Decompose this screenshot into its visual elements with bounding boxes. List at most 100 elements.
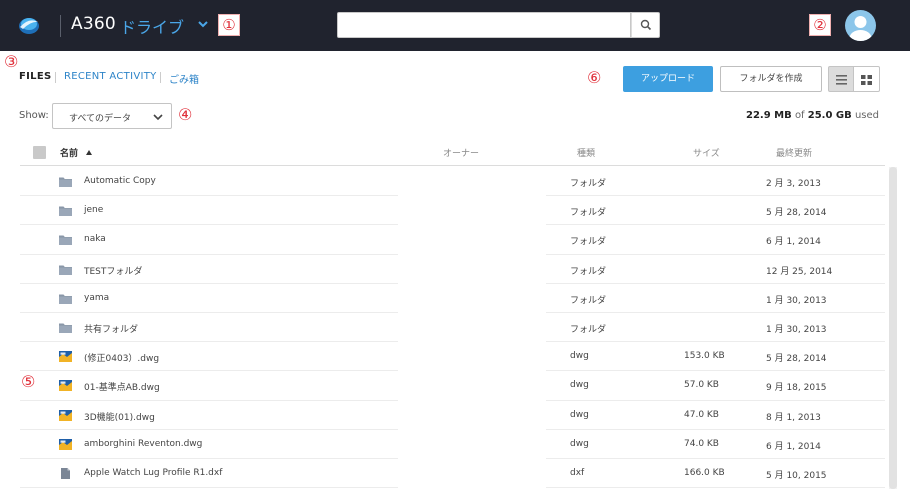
drive-menu[interactable]: ドライブ <box>120 14 184 38</box>
file-modified: 5 月 28, 2014 <box>766 354 827 365</box>
table-row[interactable]: TESTフォルダ フォルダ 12 月 25, 2014 <box>20 255 885 284</box>
new-folder-button[interactable]: フォルダを作成 <box>720 66 822 92</box>
nav-files[interactable]: FILES <box>19 71 51 82</box>
file-type: フォルダ <box>570 324 607 335</box>
file-name[interactable]: 3D機能(01).dwg <box>84 410 155 423</box>
file-type: dwg <box>570 409 589 420</box>
file-modified: 5 月 28, 2014 <box>766 208 827 219</box>
folder-icon <box>59 294 72 304</box>
list-view-button[interactable] <box>828 66 854 92</box>
data-filter-select[interactable]: すべてのデータ <box>52 103 172 129</box>
chevron-down-icon <box>153 114 163 121</box>
nav-divider <box>55 72 56 83</box>
upload-button[interactable]: アップロード <box>623 66 713 92</box>
file-table-header: 名前 オーナー 種類 サイズ 最終更新 <box>20 140 885 166</box>
table-row[interactable]: jene フォルダ 5 月 28, 2014 <box>20 196 885 226</box>
file-name[interactable]: (修正0403）.dwg <box>84 351 159 364</box>
file-name[interactable]: 01-基準点AB.dwg <box>84 380 160 393</box>
file-name[interactable]: amborghini Reventon.dwg <box>84 439 202 449</box>
show-label: Show: <box>19 110 49 121</box>
grid-view-button[interactable] <box>854 66 880 92</box>
file-type: dwg <box>570 438 589 449</box>
column-size[interactable]: サイズ <box>693 146 720 159</box>
document-icon <box>61 467 70 479</box>
column-owner[interactable]: オーナー <box>443 146 479 159</box>
file-size: 166.0 KB <box>684 467 725 478</box>
file-modified: 1 月 30, 2013 <box>766 324 827 335</box>
table-row[interactable]: 01-基準点AB.dwg dwg 57.0 KB 9 月 18, 2015 <box>20 371 885 401</box>
search-button[interactable] <box>631 12 660 38</box>
storage-of: of <box>794 110 805 121</box>
callout-1: ① <box>218 14 240 36</box>
callout-4: ④ <box>178 105 193 124</box>
row-divider <box>546 487 885 489</box>
table-row[interactable]: 共有フォルダ フォルダ 1 月 30, 2013 <box>20 313 885 343</box>
file-name[interactable]: Apple Watch Lug Profile R1.dxf <box>84 468 222 478</box>
file-name[interactable]: yama <box>84 293 109 303</box>
scrollbar-thumb[interactable] <box>889 167 897 489</box>
storage-used: 22.9 MB <box>746 110 792 121</box>
file-name[interactable]: Automatic Copy <box>84 176 156 186</box>
storage-total: 25.0 GB <box>807 110 852 121</box>
table-row[interactable]: (修正0403）.dwg dwg 153.0 KB 5 月 28, 2014 <box>20 342 885 372</box>
file-name[interactable]: TESTフォルダ <box>84 264 142 277</box>
scrollbar[interactable] <box>889 167 897 489</box>
file-name[interactable]: jene <box>84 205 103 215</box>
file-modified: 6 月 1, 2014 <box>766 237 821 248</box>
sort-ascending-icon[interactable] <box>86 150 92 155</box>
folder-icon <box>59 235 72 246</box>
file-type: フォルダ <box>570 237 607 248</box>
user-avatar[interactable] <box>845 10 876 41</box>
data-filter-value: すべてのデータ <box>69 114 132 124</box>
folder-icon <box>59 206 72 217</box>
file-size: 74.0 KB <box>684 438 719 449</box>
grid-icon <box>861 75 872 85</box>
folder-icon <box>59 323 72 333</box>
file-type: フォルダ <box>570 208 607 219</box>
storage-usage: 22.9 MB of 25.0 GB used <box>746 110 879 121</box>
file-type: dwg <box>570 351 589 362</box>
file-modified: 8 月 1, 2013 <box>766 412 821 423</box>
storage-used-suffix: used <box>854 110 879 121</box>
column-name[interactable]: 名前 <box>60 146 78 159</box>
callout-2: ② <box>809 14 831 36</box>
column-modified[interactable]: 最終更新 <box>776 146 812 159</box>
file-size: 57.0 KB <box>684 380 719 391</box>
folder-icon <box>59 177 72 187</box>
file-size: 47.0 KB <box>684 409 719 420</box>
search-input[interactable] <box>337 12 631 38</box>
table-row[interactable]: yama フォルダ 1 月 30, 2013 <box>20 284 885 313</box>
table-row[interactable]: Automatic Copy フォルダ 2 月 3, 2013 <box>20 167 885 197</box>
a360-logo-icon[interactable] <box>17 13 41 37</box>
row-divider <box>20 487 398 489</box>
file-name[interactable]: naka <box>84 234 106 244</box>
user-icon <box>849 16 872 41</box>
nav-trash[interactable]: ごみ箱 <box>169 71 199 86</box>
table-row[interactable]: naka フォルダ 6 月 1, 2014 <box>20 225 885 255</box>
dwg-file-icon <box>59 438 72 450</box>
file-modified: 12 月 25, 2014 <box>766 266 833 277</box>
table-row[interactable]: amborghini Reventon.dwg dwg 74.0 KB 6 月 1, … <box>20 430 885 459</box>
file-type: dwg <box>570 380 589 391</box>
file-table-body: Automatic Copy フォルダ 2 月 3, 2013 jene フォルダ 5 月… <box>20 167 885 489</box>
file-modified: 9 月 18, 2015 <box>766 383 827 394</box>
nav-recent-activity[interactable]: RECENT ACTIVITY <box>64 71 157 82</box>
app-name: A360 <box>71 14 116 34</box>
select-all-checkbox[interactable] <box>33 146 46 159</box>
column-type[interactable]: 種類 <box>577 146 595 159</box>
file-modified: 5 月 10, 2015 <box>766 470 827 481</box>
header-divider <box>60 15 61 37</box>
file-modified: 1 月 30, 2013 <box>766 295 827 306</box>
dwg-file-icon <box>59 409 72 421</box>
file-modified: 6 月 1, 2014 <box>766 441 821 452</box>
top-bar: A360 ドライブ ① ② <box>0 0 910 51</box>
chevron-down-icon[interactable] <box>197 17 209 31</box>
search-icon <box>640 19 652 31</box>
file-type: フォルダ <box>570 266 607 277</box>
dwg-file-icon <box>59 351 72 363</box>
file-name[interactable]: 共有フォルダ <box>84 322 138 335</box>
callout-6: ⑥ <box>587 68 602 87</box>
table-row[interactable]: Apple Watch Lug Profile R1.dxf dxf 166.0 K… <box>20 459 885 489</box>
table-row[interactable]: 3D機能(01).dwg dwg 47.0 KB 8 月 1, 2013 <box>20 401 885 430</box>
list-icon <box>836 75 847 85</box>
